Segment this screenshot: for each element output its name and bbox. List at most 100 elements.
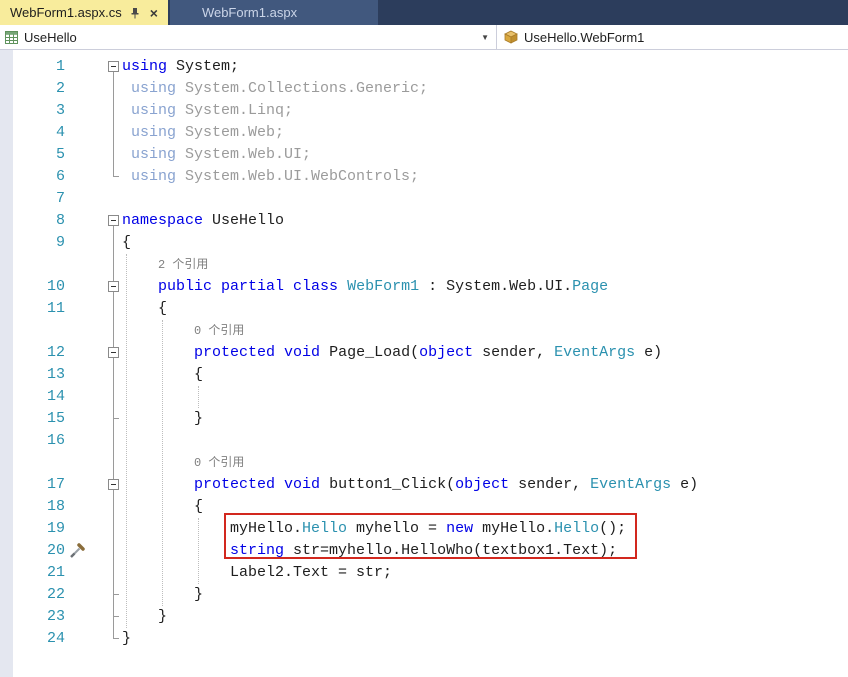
code-token: protected [194,344,276,361]
tab-webform1-aspx-cs[interactable]: WebForm1.aspx.cs × [0,0,168,25]
code-token: new [446,520,474,537]
line-number: 6 [55,168,65,185]
close-icon[interactable]: × [148,6,160,20]
icon-slot [68,496,88,518]
code-text: protected void button1_Click(object send… [122,474,848,496]
code-line[interactable]: 17 protected void button1_Click(object s… [0,474,848,496]
icon-slot [68,188,88,210]
codelens-line[interactable]: 0 个引用 [0,320,848,342]
collapse-toggle-icon[interactable] [108,281,119,292]
icon-slot [68,518,88,540]
code-token: UseHello [203,212,285,229]
scope-dropdown-value: UseHello [24,29,77,45]
code-token: System.Web; [176,124,285,141]
icon-slot [68,78,88,100]
code-line[interactable]: 23 } [0,606,848,628]
code-line[interactable]: 7 [0,188,848,210]
code-line[interactable]: 2 using System.Collections.Generic; [0,78,848,100]
line-number: 7 [55,190,65,207]
icon-slot [68,144,88,166]
code-token: } [122,586,204,603]
line-number: 3 [55,102,65,119]
code-line[interactable]: 3 using System.Linq; [0,100,848,122]
code-line[interactable]: 14 [0,386,848,408]
code-line[interactable]: 24} [0,628,848,650]
collapse-toggle-icon[interactable] [108,347,119,358]
collapse-toggle-icon[interactable] [108,61,119,72]
collapse-toggle-icon[interactable] [108,215,119,226]
codelens-line[interactable]: 2 个引用 [0,254,848,276]
code-line[interactable]: 8 namespace UseHello [0,210,848,232]
icon-slot [68,584,88,606]
code-token: WebForm1 [347,278,420,295]
quick-actions-screwdriver-icon[interactable] [68,540,88,562]
line-number [13,452,68,474]
code-line[interactable]: 21 Label2.Text = str; [0,562,848,584]
code-line[interactable]: 19 myHello.Hello myhello = new myHello.H… [0,518,848,540]
code-token: string [230,542,285,559]
member-dropdown[interactable]: UseHello.WebForm1 [497,25,848,49]
tab-webform1-aspx[interactable]: WebForm1.aspx [169,0,378,25]
outline-margin [88,584,122,606]
code-line[interactable]: 13 { [0,364,848,386]
outline-margin [88,188,122,210]
outline-margin [88,144,122,166]
code-token: namespace [122,212,204,229]
line-number [13,320,68,342]
outline-margin [88,606,122,628]
code-text: Label2.Text = str; [122,562,848,584]
line-number: 22 [46,586,65,603]
code-line[interactable]: 16 [0,430,848,452]
line-number: 1 [55,58,65,75]
code-text: } [122,628,848,650]
line-number: 18 [46,498,65,515]
outline-margin [88,78,122,100]
code-line[interactable]: 11 { [0,298,848,320]
code-token: object [419,344,474,361]
line-number: 9 [55,234,65,251]
line-number: 15 [46,410,65,427]
icon-slot [68,232,88,254]
code-line[interactable]: 4 using System.Web; [0,122,848,144]
code-line[interactable]: 10 public partial class WebForm1 : Syste… [0,276,848,298]
icon-slot [68,320,88,342]
outline-margin [88,276,122,298]
codelens-references[interactable]: 2 个引用 [122,254,848,276]
pin-icon[interactable] [129,7,141,19]
code-line[interactable]: 22 } [0,584,848,606]
code-token: using [122,146,177,163]
line-number: 24 [46,630,65,647]
code-text: myHello.Hello myhello = new myHello.Hell… [122,518,848,540]
code-token: Hello [554,520,600,537]
codelens-line[interactable]: 0 个引用 [0,452,848,474]
outline-margin [88,56,122,78]
outline-margin [88,320,122,342]
code-token: 2 个引用 [158,258,209,272]
code-line[interactable]: 6 using System.Web.UI.WebControls; [0,166,848,188]
codelens-references[interactable]: 0 个引用 [122,320,848,342]
outline-margin [88,496,122,518]
chevron-down-icon[interactable]: ▼ [481,33,489,42]
code-token: myHello. [473,520,555,537]
outline-margin [88,540,122,562]
line-number: 14 [46,388,65,405]
code-text: } [122,584,848,606]
project-scope-dropdown[interactable]: UseHello ▼ [0,25,497,49]
code-line[interactable]: 20 string str=myhello.HelloWho(textbox1.… [0,540,848,562]
code-text: { [122,232,848,254]
line-number: 23 [46,608,65,625]
code-text: using System; [122,56,848,78]
code-line[interactable]: 9{ [0,232,848,254]
code-line[interactable]: 18 { [0,496,848,518]
icon-slot [68,56,88,78]
code-token: using [122,168,177,185]
code-line[interactable]: 5 using System.Web.UI; [0,144,848,166]
code-editor[interactable]: 1 using System; 2 using System.Collections… [0,50,848,677]
code-line[interactable]: 12 protected void Page_Load(object sende… [0,342,848,364]
codelens-references[interactable]: 0 个引用 [122,452,848,474]
collapse-toggle-icon[interactable] [108,479,119,490]
code-line[interactable]: 1 using System; [0,56,848,78]
code-line[interactable]: 15 } [0,408,848,430]
outline-margin [88,628,122,650]
outline-margin [88,232,122,254]
